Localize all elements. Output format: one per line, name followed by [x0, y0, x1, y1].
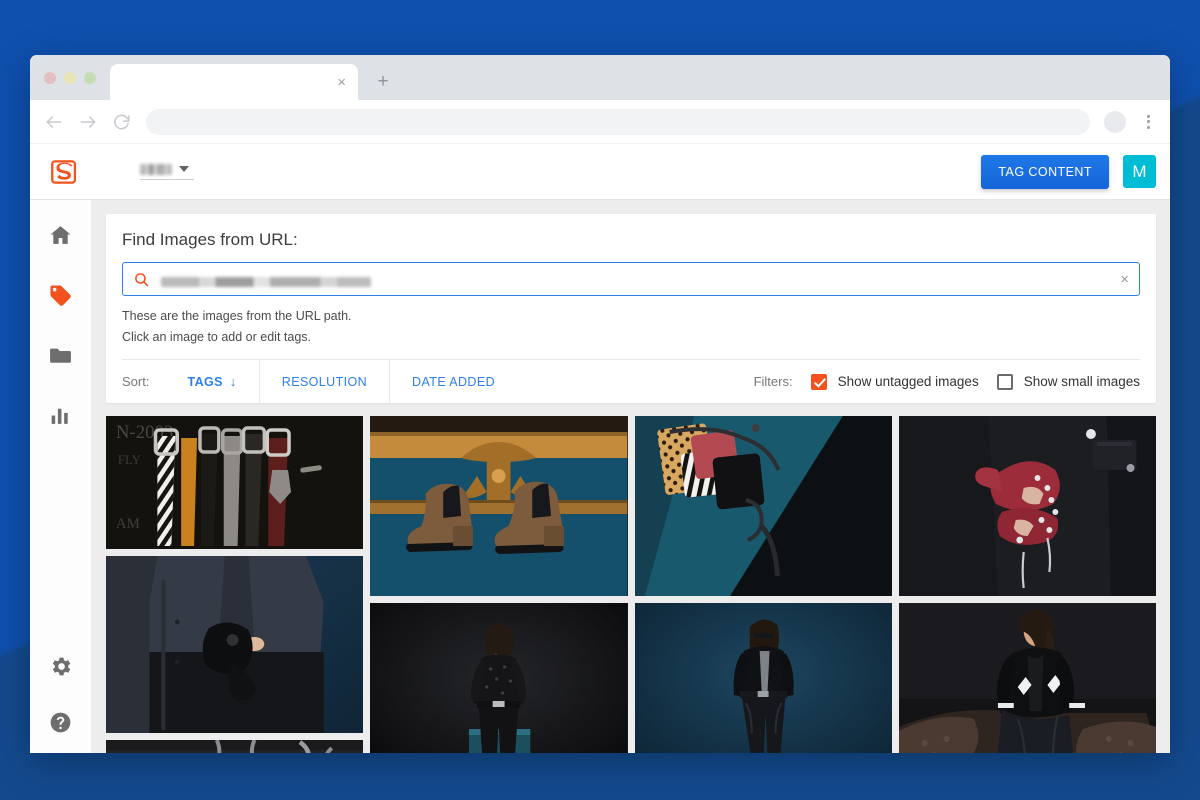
stylitics-s-logo[interactable] — [48, 155, 82, 189]
hint-line-1: These are the images from the URL path. — [122, 309, 1140, 323]
gallery-image-belts-flatlay[interactable]: N-2003 FLY AM — [106, 416, 363, 549]
sort-option-label: DATE ADDED — [412, 375, 495, 389]
app-header: TAG CONTENT M — [30, 144, 1170, 200]
gallery-image-model-black-jacket[interactable] — [635, 603, 892, 753]
kebab-menu-icon[interactable] — [1140, 115, 1156, 129]
gallery-image-boot-trees-detail[interactable] — [106, 740, 363, 753]
grid-column: N-2003 FLY AM — [106, 416, 363, 753]
url-search-field[interactable]: × — [122, 262, 1140, 296]
minimize-window-button[interactable] — [64, 72, 76, 84]
svg-text:AM: AM — [116, 516, 140, 532]
sidebar — [30, 200, 92, 753]
filter-show-small-images[interactable]: Show small images — [997, 374, 1140, 390]
sort-option-tags[interactable]: TAGS ↓ — [165, 360, 259, 404]
sort-option-label: RESOLUTION — [282, 375, 367, 389]
chevron-down-icon — [179, 166, 189, 172]
sort-option-date-added[interactable]: DATE ADDED — [390, 360, 517, 404]
grid-column — [635, 416, 892, 753]
tag-content-button[interactable]: TAG CONTENT — [981, 155, 1109, 189]
sort-direction-icon: ↓ — [230, 374, 237, 389]
sidebar-item-tags[interactable] — [46, 280, 76, 310]
filter-label: Show untagged images — [838, 374, 979, 389]
filters-label: Filters: — [754, 374, 793, 389]
app-body: Find Images from URL: × These are the im… — [30, 200, 1170, 753]
new-tab-button[interactable]: + — [368, 67, 398, 97]
sidebar-item-analytics[interactable] — [46, 400, 76, 430]
sort-label: Sort: — [122, 374, 149, 389]
browser-tab-strip: × + — [30, 55, 1170, 100]
account-name — [140, 164, 172, 175]
forward-arrow-icon[interactable] — [78, 112, 98, 132]
image-grid: N-2003 FLY AM — [106, 416, 1156, 753]
search-input[interactable] — [161, 274, 1109, 285]
window-controls — [44, 55, 110, 100]
browser-profile-avatar[interactable] — [1104, 111, 1126, 133]
application: TAG CONTENT M — [30, 144, 1170, 753]
search-icon — [133, 271, 150, 288]
gallery-image-wallets-flatlay[interactable] — [635, 416, 892, 596]
close-window-button[interactable] — [44, 72, 56, 84]
close-icon[interactable]: × — [1120, 271, 1129, 288]
checkbox-checked-icon[interactable] — [811, 374, 827, 390]
gallery-image-model-leather-bomber[interactable] — [899, 603, 1156, 753]
sort-filter-toolbar: Sort: TAGS ↓ RESOLUTION DATE ADDED Fi — [122, 359, 1140, 403]
sidebar-item-settings[interactable] — [46, 651, 76, 681]
app-header-actions: TAG CONTENT M — [981, 155, 1156, 189]
sort-option-label: TAGS — [187, 375, 222, 389]
browser-navbar — [30, 100, 1170, 144]
account-selector[interactable] — [140, 164, 194, 180]
content-area: Find Images from URL: × These are the im… — [92, 200, 1170, 753]
sidebar-item-folders[interactable] — [46, 340, 76, 370]
filter-show-untagged-images[interactable]: Show untagged images — [811, 374, 979, 390]
page-title: Find Images from URL: — [122, 230, 1140, 250]
filter-label: Show small images — [1024, 374, 1140, 389]
sort-option-resolution[interactable]: RESOLUTION — [260, 360, 390, 404]
browser-tab[interactable]: × — [110, 64, 358, 100]
gallery-image-model-printed-shirt[interactable] — [370, 603, 627, 753]
filters-group: Filters: Show untagged images Show small… — [754, 374, 1140, 390]
user-avatar[interactable]: M — [1123, 155, 1156, 188]
hint-line-2: Click an image to add or edit tags. — [122, 330, 1140, 344]
grid-column — [899, 416, 1156, 753]
reload-icon[interactable] — [112, 112, 132, 132]
close-icon[interactable]: × — [337, 75, 346, 90]
back-arrow-icon[interactable] — [44, 112, 64, 132]
browser-window: × + — [30, 55, 1170, 753]
sidebar-item-home[interactable] — [46, 220, 76, 250]
checkbox-unchecked-icon[interactable] — [997, 374, 1013, 390]
find-images-card: Find Images from URL: × These are the im… — [106, 214, 1156, 403]
address-bar[interactable] — [146, 109, 1090, 135]
search-input-value — [161, 277, 371, 287]
sidebar-item-help[interactable] — [46, 707, 76, 737]
gallery-image-red-leather-gloves[interactable] — [899, 416, 1156, 596]
grid-column — [370, 416, 627, 753]
maximize-window-button[interactable] — [84, 72, 96, 84]
gallery-image-suede-chelsea-boots[interactable] — [370, 416, 627, 596]
svg-text:FLY: FLY — [118, 452, 141, 467]
gallery-image-model-leather-gloves[interactable] — [106, 556, 363, 733]
